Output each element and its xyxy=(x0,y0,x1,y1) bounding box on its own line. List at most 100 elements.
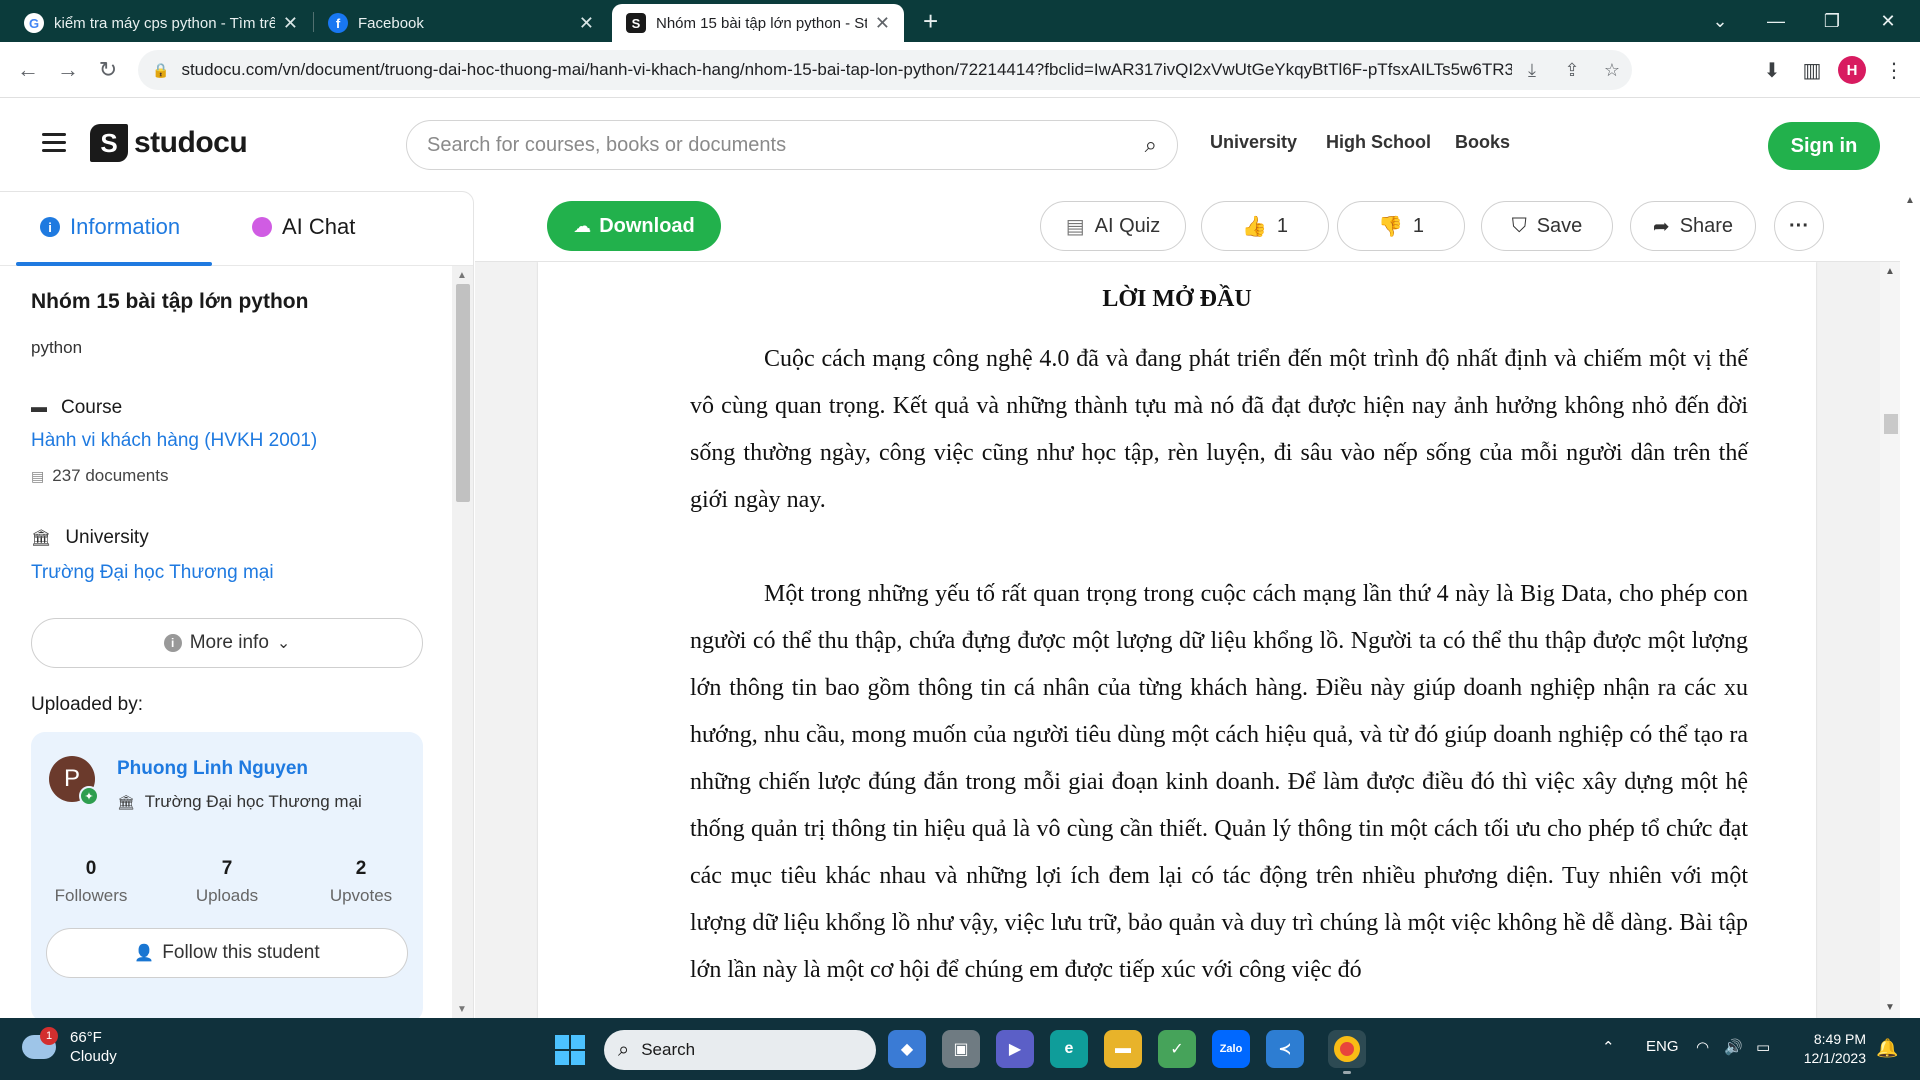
system-clock[interactable]: 8:49 PM 12/1/2023 xyxy=(1796,1030,1866,1068)
search-input[interactable]: Search for courses, books or documents ⌕ xyxy=(406,120,1178,170)
install-app-icon[interactable]: ⤓ xyxy=(1512,60,1552,81)
follow-student-button[interactable]: 👤 Follow this student xyxy=(46,928,408,978)
minimize-icon[interactable]: — xyxy=(1748,0,1804,42)
zalo-app-icon[interactable]: Zalo xyxy=(1212,1030,1250,1068)
file-explorer-icon[interactable]: ▬ xyxy=(1104,1030,1142,1068)
tab-facebook[interactable]: f Facebook ✕ xyxy=(314,4,608,42)
reload-icon[interactable]: ↻ xyxy=(92,54,124,86)
sidebar-scrollbar[interactable]: ▲ ▼ xyxy=(452,266,473,1018)
side-panel-icon[interactable]: ▥ xyxy=(1796,54,1828,86)
windows-start-icon[interactable] xyxy=(555,1035,585,1065)
chevron-up-icon[interactable]: ⌃ xyxy=(1602,1038,1615,1056)
university-link[interactable]: Trường Đại học Thương mại xyxy=(31,562,274,584)
share-button[interactable]: ➦ Share xyxy=(1630,201,1756,251)
course-documents-count: ▤ 237 documents xyxy=(31,466,168,486)
tab-information[interactable]: i Information xyxy=(40,214,180,240)
url-field[interactable]: 🔒 studocu.com/vn/document/truong-dai-hoc… xyxy=(138,50,1632,90)
nav-university[interactable]: University xyxy=(1210,132,1297,153)
close-icon[interactable]: ✕ xyxy=(579,13,594,34)
share-page-icon[interactable]: ⇪ xyxy=(1552,60,1592,81)
page-scroll-up-arrow-icon[interactable]: ▲ xyxy=(1905,195,1915,206)
forward-arrow-icon[interactable]: → xyxy=(52,54,84,86)
dislike-button[interactable]: 👎 1 xyxy=(1337,201,1465,251)
viewer-scrollbar[interactable]: ▲ ▼ xyxy=(1880,262,1900,1018)
like-button[interactable]: 👍 1 xyxy=(1201,201,1329,251)
share-arrow-icon: ➦ xyxy=(1652,215,1670,238)
thumbs-up-icon: 👍 xyxy=(1241,215,1267,238)
wifi-icon[interactable]: ◠ xyxy=(1696,1038,1709,1056)
close-icon[interactable]: ✕ xyxy=(875,13,890,34)
download-label: Download xyxy=(599,214,695,237)
verified-badge-icon: ✦ xyxy=(79,786,99,806)
scroll-down-arrow-icon[interactable]: ▼ xyxy=(1885,1002,1895,1013)
taskbar-search[interactable]: ⌕ Search xyxy=(604,1030,876,1070)
battery-icon[interactable]: ▭ xyxy=(1756,1038,1770,1056)
document-viewer[interactable]: LỜI MỞ ĐẦU Cuộc cách mạng công nghệ 4.0 … xyxy=(475,262,1900,1018)
document-icon: ▤ xyxy=(31,467,45,484)
ai-quiz-button[interactable]: ▤ AI Quiz xyxy=(1040,201,1186,251)
nav-books[interactable]: Books xyxy=(1455,132,1510,153)
nav-high-school[interactable]: High School xyxy=(1326,132,1431,153)
language-indicator[interactable]: ENG xyxy=(1646,1038,1679,1055)
tab-google-search[interactable]: G kiểm tra máy cps python - Tìm trên Goo… xyxy=(10,4,312,42)
save-button[interactable]: ⛉ Save xyxy=(1481,201,1613,251)
university-label: University xyxy=(65,527,149,548)
download-button[interactable]: ☁ Download xyxy=(547,201,721,251)
document-toolbar: ☁ Download ▤ AI Quiz 👍 1 👎 1 ⛉ Save ➦ Sh… xyxy=(475,191,1900,262)
more-options-button[interactable]: ··· xyxy=(1774,201,1824,251)
lock-icon[interactable]: 🔒 xyxy=(152,62,169,79)
scroll-down-arrow-icon[interactable]: ▼ xyxy=(457,1004,467,1015)
weather-widget[interactable]: 1 66°F Cloudy xyxy=(22,1027,117,1066)
volume-icon[interactable]: 🔊 xyxy=(1724,1038,1743,1056)
chrome-app-icon[interactable] xyxy=(1328,1030,1366,1074)
document-paragraph: Một trong những yếu tố rất quan trọng tr… xyxy=(690,581,1748,983)
document-heading: LỜI MỞ ĐẦU xyxy=(1102,286,1252,312)
weather-notification-badge: 1 xyxy=(40,1027,58,1045)
url-text[interactable]: studocu.com/vn/document/truong-dai-hoc-t… xyxy=(181,60,1512,80)
clock-time: 8:49 PM xyxy=(1813,1031,1866,1047)
file-manager-app-icon[interactable]: ▣ xyxy=(942,1030,980,1068)
restore-icon[interactable]: ❐ xyxy=(1804,0,1860,42)
tab-search-icon[interactable]: ⌄ xyxy=(1692,0,1748,42)
add-user-icon: 👤 xyxy=(134,945,155,962)
profile-avatar[interactable]: H xyxy=(1838,56,1866,84)
tab-title: Nhóm 15 bài tập lớn python - Studocu xyxy=(656,14,867,32)
vscode-app-icon[interactable]: ≺ xyxy=(1266,1030,1304,1068)
course-link[interactable]: Hành vi khách hàng (HVKH 2001) xyxy=(31,430,317,452)
course-heading: ▬ Course xyxy=(31,397,122,419)
bookmark-star-icon[interactable]: ☆ xyxy=(1592,60,1632,81)
search-icon[interactable]: ⌕ xyxy=(1145,132,1157,158)
avatar[interactable]: P ✦ xyxy=(49,756,99,806)
uploader-name-link[interactable]: Phuong Linh Nguyen xyxy=(117,758,308,780)
sign-in-button[interactable]: Sign in xyxy=(1768,122,1880,170)
university-building-icon: 🏛 xyxy=(31,530,52,547)
scrollbar-thumb[interactable] xyxy=(1884,414,1898,434)
window-close-icon[interactable]: ✕ xyxy=(1860,0,1916,42)
tab-ai-chat[interactable]: AI Chat xyxy=(252,214,355,240)
hamburger-menu-icon[interactable] xyxy=(42,133,66,153)
info-circle-icon: i xyxy=(163,634,182,652)
scroll-up-arrow-icon[interactable]: ▲ xyxy=(1885,266,1895,277)
tab-studocu[interactable]: S Nhóm 15 bài tập lớn python - Studocu ✕ xyxy=(612,4,904,42)
green-app-icon[interactable]: ✓ xyxy=(1158,1030,1196,1068)
edge-browser-icon[interactable]: e xyxy=(1050,1030,1088,1068)
teams-app-icon[interactable]: ▶ xyxy=(996,1030,1034,1068)
copilot-app-icon[interactable]: ◆ xyxy=(888,1030,926,1068)
downloads-icon[interactable]: ⬇ xyxy=(1756,54,1788,86)
notification-bell-icon[interactable]: 🔔 xyxy=(1876,1038,1898,1059)
new-tab-button[interactable]: + xyxy=(923,6,938,36)
logo-mark: S xyxy=(90,124,128,162)
scroll-up-arrow-icon[interactable]: ▲ xyxy=(457,270,467,281)
studocu-logo[interactable]: S studocu xyxy=(90,124,248,162)
close-icon[interactable]: ✕ xyxy=(283,13,298,34)
tab-title: kiểm tra máy cps python - Tìm trên Googl… xyxy=(54,14,275,32)
running-indicator xyxy=(1343,1071,1351,1074)
save-label: Save xyxy=(1536,214,1583,237)
upvotes-stat: 2 Upvotes xyxy=(301,858,421,906)
document-subtitle: python xyxy=(31,338,83,357)
browser-menu-icon[interactable]: ⋮ xyxy=(1878,54,1910,86)
more-info-button[interactable]: i More info ⌄ xyxy=(31,618,423,668)
back-arrow-icon[interactable]: ← xyxy=(12,54,44,86)
browser-tab-strip: G kiểm tra máy cps python - Tìm trên Goo… xyxy=(0,0,1920,42)
scrollbar-thumb[interactable] xyxy=(456,284,470,502)
